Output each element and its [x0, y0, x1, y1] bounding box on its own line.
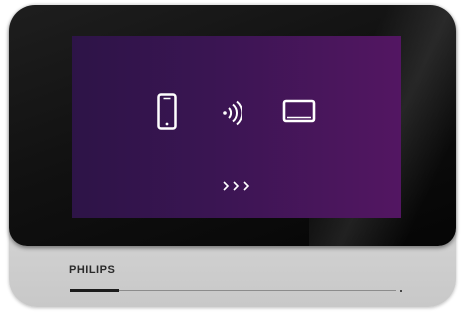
monitor-icon: [282, 99, 316, 123]
progress-end-dot: [400, 290, 402, 292]
wireless-signal-icon: [223, 100, 242, 126]
next-chevrons-icon[interactable]: ›››: [222, 180, 252, 192]
smartphone-icon: [157, 93, 177, 130]
progress-fill: [70, 289, 119, 292]
brand-logo: PHILIPS: [69, 264, 116, 276]
